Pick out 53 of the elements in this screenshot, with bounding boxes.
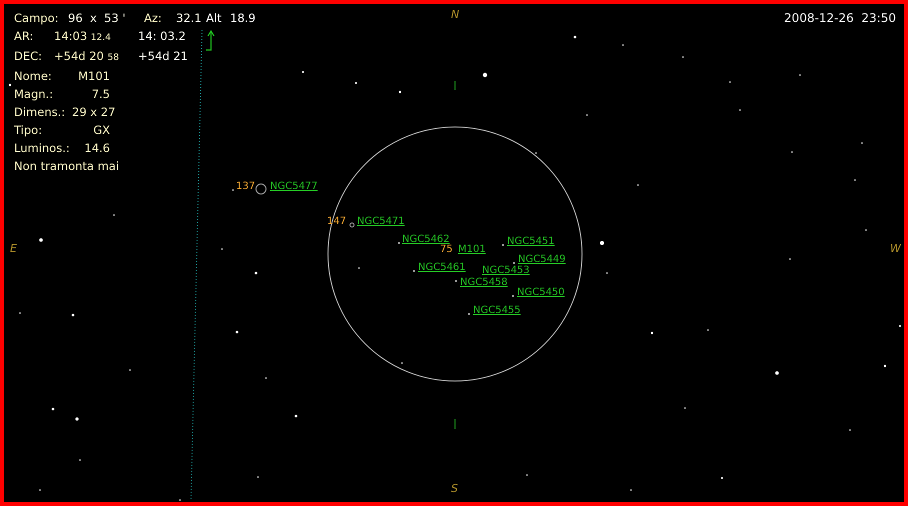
object-dot-icon: [412, 270, 416, 272]
compass-label: S: [451, 482, 458, 496]
tick-mark: [454, 418, 456, 430]
field-label: Dimens.:: [14, 104, 66, 121]
direction-arrow-icon: [206, 30, 215, 51]
field-label: Magn.:: [14, 86, 54, 103]
field-value: 14.6: [83, 140, 110, 157]
field-label: Campo:: [14, 10, 60, 27]
field-value: 18.9: [230, 10, 256, 27]
field-value: GX: [92, 122, 110, 139]
status-note: Non tramonta mai: [14, 158, 120, 175]
field-value: +54d 21: [138, 48, 188, 65]
date-time: 2008-12-26 23:50: [784, 10, 896, 27]
field-label: AR:: [14, 28, 34, 45]
field-label: Tipo:: [14, 122, 44, 139]
field-label: DEC:: [14, 48, 44, 65]
object-marker-icon: [350, 222, 354, 228]
field-value: 29 x 27: [72, 104, 116, 121]
object-label[interactable]: NGC5462: [402, 234, 450, 246]
object-dot-icon: [512, 294, 514, 298]
field-label: Az:: [144, 10, 163, 27]
object-dot-icon: [468, 312, 470, 316]
magnitude-label: 75: [440, 244, 453, 256]
object-label[interactable]: NGC5471: [357, 216, 405, 228]
field-value: 14:03 12.4: [54, 28, 112, 45]
object-label[interactable]: NGC5461: [418, 262, 466, 274]
compass-label: N: [451, 8, 460, 22]
field-label: Nome:: [14, 68, 53, 85]
object-label[interactable]: NGC5449: [518, 254, 566, 266]
compass-label: E: [10, 242, 17, 256]
object-label[interactable]: NGC5451: [507, 236, 555, 248]
object-marker-icon: [256, 184, 266, 194]
object-label[interactable]: NGC5455: [473, 305, 521, 317]
field-value: +54d 20 58: [54, 48, 120, 65]
object-label[interactable]: NGC5453: [482, 265, 530, 277]
field-value: 32.1: [176, 10, 203, 27]
object-label[interactable]: NGC5450: [517, 287, 565, 299]
field-value: 7.5: [90, 86, 110, 103]
field-value: 96 x 53 ': [68, 10, 127, 27]
field-label: Luminos.:: [14, 140, 71, 157]
object-label[interactable]: NGC5477: [270, 181, 318, 193]
object-dot-icon: [398, 242, 400, 244]
compass-label: W: [890, 242, 901, 256]
field-value: M101: [77, 68, 110, 85]
object-dot-icon: [454, 280, 458, 282]
object-label[interactable]: NGC5458: [460, 277, 508, 289]
object-dot-icon: [502, 244, 504, 246]
object-label[interactable]: M101: [458, 244, 486, 256]
field-label: Alt: [206, 10, 223, 27]
magnitude-label: 137: [236, 181, 256, 193]
tick-mark: [454, 80, 456, 90]
object-dot-icon: [512, 262, 516, 264]
field-value: 14: 03.2: [138, 28, 186, 45]
